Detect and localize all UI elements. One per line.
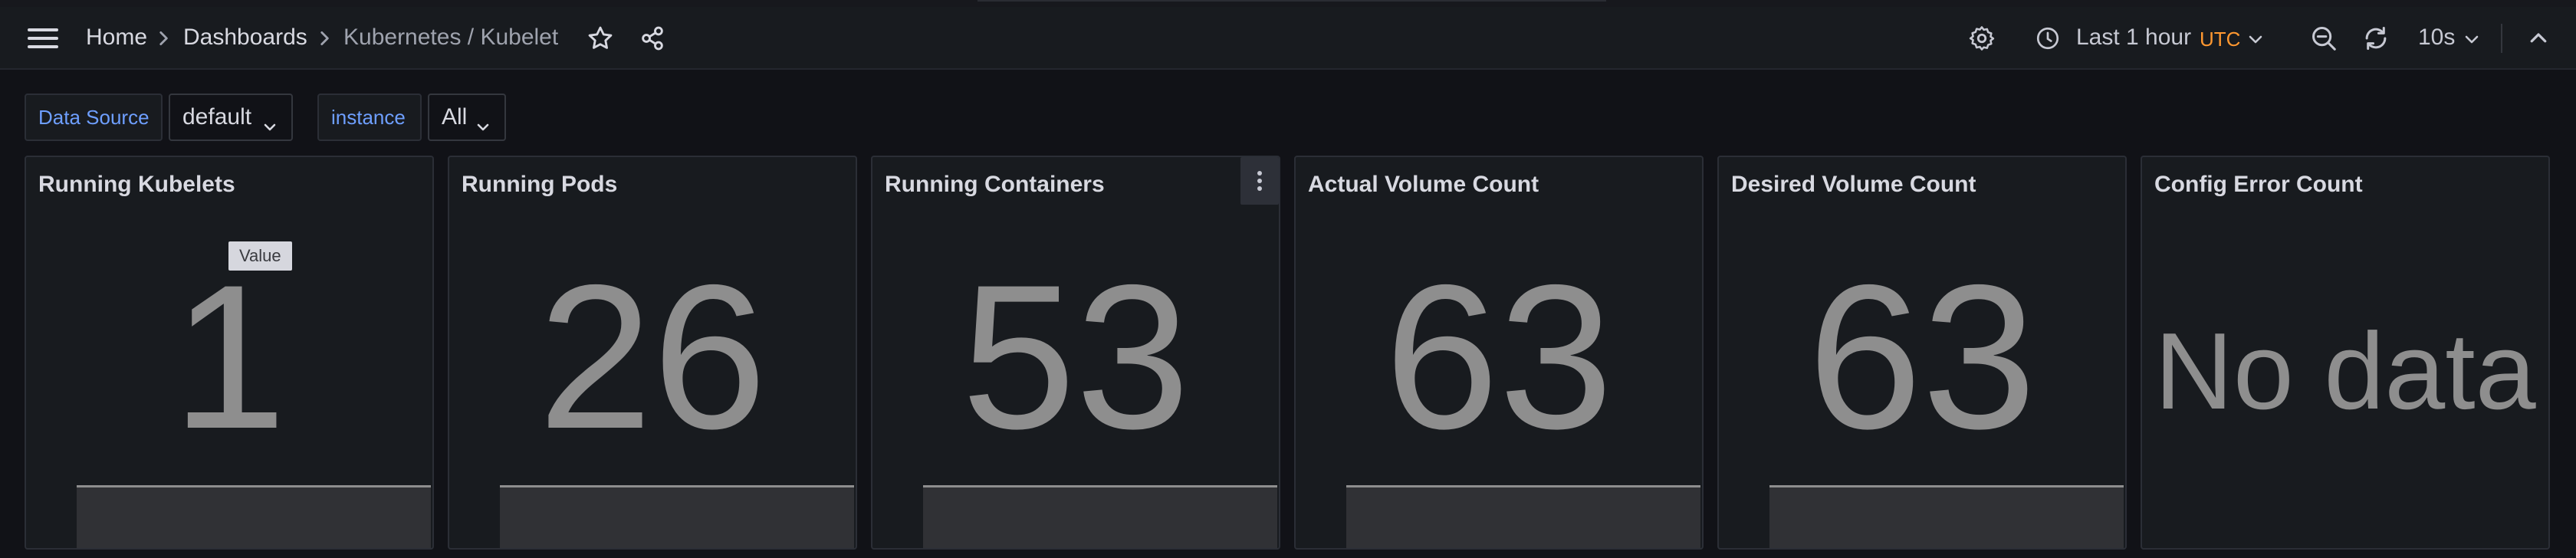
chevron-right-icon — [314, 28, 334, 48]
window-top-strip — [0, 0, 2576, 7]
breadcrumb-dashboards[interactable]: Dashboards — [183, 22, 307, 53]
chevron-right-icon — [153, 28, 173, 48]
menu-icon[interactable] — [28, 28, 58, 48]
variable-value-datasource: default — [182, 104, 252, 130]
stat-value: 63 — [1384, 241, 1614, 471]
refresh-interval-label[interactable]: 10s — [2418, 22, 2455, 53]
sparkline-area — [923, 485, 1277, 548]
more-vertical-icon[interactable] — [1240, 157, 1279, 205]
panel-title: Running Pods — [462, 172, 618, 197]
timezone-label[interactable]: UTC — [2200, 24, 2240, 54]
clock-icon[interactable] — [2035, 25, 2061, 51]
sparkline-area — [1769, 485, 2124, 548]
chevron-down-icon — [261, 107, 279, 131]
share-icon[interactable] — [638, 24, 667, 53]
panel-running-kubelets[interactable]: Running Kubelets Value 1 — [25, 156, 434, 550]
panel-running-pods[interactable]: Running Pods 26 — [448, 156, 857, 550]
chevron-down-icon[interactable] — [2463, 30, 2481, 48]
panel-config-error-count[interactable]: Config Error Count No data — [2141, 156, 2550, 550]
chevron-up-icon[interactable] — [2527, 27, 2550, 50]
variable-label-datasource: Data Source — [25, 94, 163, 141]
sparkline-area — [77, 485, 431, 548]
panel-actual-volume-count[interactable]: Actual Volume Count 63 — [1294, 156, 1704, 550]
variable-value-instance: All — [442, 104, 468, 130]
toolbar-divider — [2501, 24, 2502, 53]
panel-running-containers[interactable]: Running Containers 53 — [871, 156, 1280, 550]
variable-label-instance: instance — [317, 94, 422, 141]
breadcrumb-current-dashboard: Kubernetes / Kubelet — [343, 25, 559, 50]
stat-value: 1 — [172, 241, 287, 471]
chevron-down-icon — [474, 107, 492, 131]
stat-value: 26 — [537, 241, 767, 471]
panel-title: Running Kubelets — [38, 172, 235, 197]
time-range-label[interactable]: Last 1 hour — [2076, 22, 2191, 53]
chevron-down-icon[interactable] — [2246, 30, 2265, 48]
sparkline-area — [500, 485, 854, 548]
panel-title: Running Containers — [885, 172, 1105, 197]
star-icon[interactable] — [586, 24, 615, 53]
zoom-out-icon[interactable] — [2309, 24, 2338, 53]
refresh-icon[interactable] — [2361, 24, 2390, 53]
stat-value: 53 — [961, 241, 1191, 471]
sparkline-area — [1346, 485, 1700, 548]
panel-desired-volume-count[interactable]: Desired Volume Count 63 — [1717, 156, 2127, 550]
panel-title: Desired Volume Count — [1731, 172, 1976, 197]
variable-select-datasource[interactable]: default — [169, 94, 293, 141]
stat-value: 63 — [1807, 241, 2037, 471]
variable-select-instance[interactable]: All — [428, 94, 506, 141]
breadcrumb-home[interactable]: Home — [86, 22, 147, 53]
panel-title: Actual Volume Count — [1308, 172, 1539, 197]
top-navbar: Home Dashboards Kubernetes / Kubelet Las… — [0, 7, 2576, 70]
gear-icon[interactable] — [1967, 24, 1996, 53]
no-data-message: No data — [2154, 310, 2536, 432]
panel-title: Config Error Count — [2154, 172, 2363, 197]
